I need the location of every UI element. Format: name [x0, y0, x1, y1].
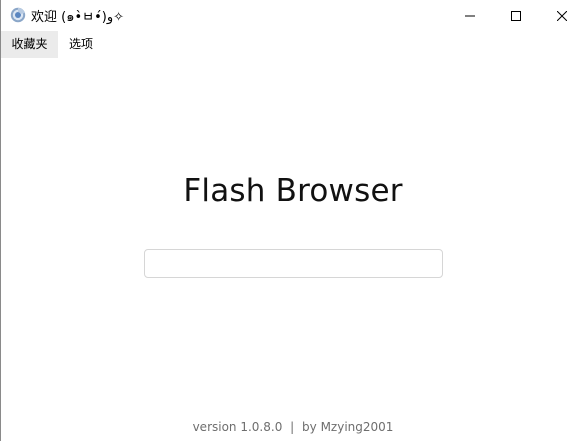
- close-button[interactable]: [539, 0, 585, 30]
- minimize-button[interactable]: [447, 0, 493, 30]
- close-icon: [556, 6, 568, 25]
- author-text: by Mzying2001: [302, 420, 394, 434]
- window-title: 欢迎 (๑•̀ㅂ•́)و✧: [31, 10, 125, 25]
- menu-item-options[interactable]: 选项: [58, 31, 104, 58]
- maximize-button[interactable]: [493, 0, 539, 30]
- version-footer: version 1.0.8.0 | by Mzying2001: [1, 420, 585, 434]
- menu-bar: 收藏夹 选项: [1, 31, 585, 58]
- browser-window: 欢迎 (๑•̀ㅂ•́)و✧ 收藏夹 选项 Flash Browser versi…: [0, 0, 585, 441]
- maximize-icon: [511, 6, 521, 25]
- minimize-icon: [465, 6, 475, 25]
- browser-app-icon: [10, 7, 26, 23]
- page-title: Flash Browser: [183, 173, 403, 209]
- title-bar[interactable]: 欢迎 (๑•̀ㅂ•́)و✧: [1, 0, 585, 30]
- version-text: version 1.0.8.0: [192, 420, 283, 434]
- menu-item-favorites[interactable]: 收藏夹: [1, 31, 58, 58]
- footer-separator: |: [290, 420, 295, 434]
- search-input[interactable]: [144, 249, 443, 278]
